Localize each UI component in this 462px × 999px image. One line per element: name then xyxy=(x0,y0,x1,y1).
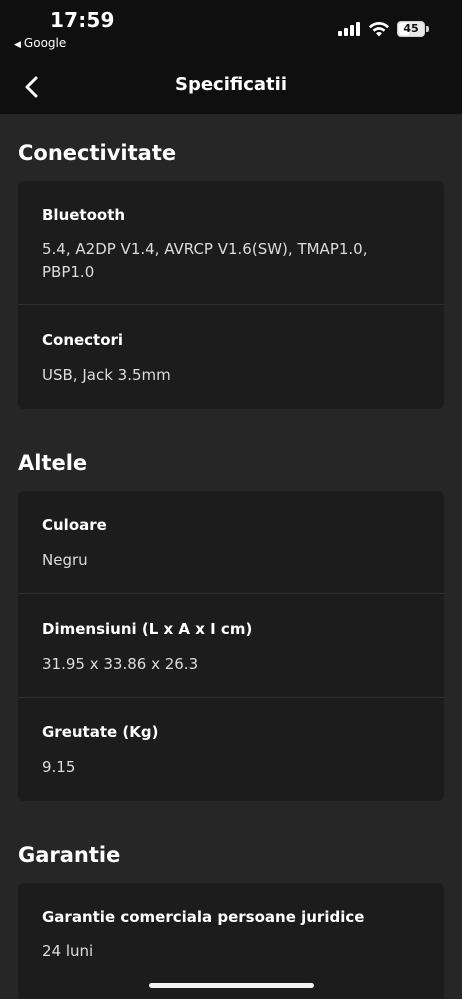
spec-row: Dimensiuni (L x A x I cm) 31.95 x 33.86 … xyxy=(18,594,444,698)
spec-value: 24 luni xyxy=(42,942,94,960)
section-title-altele: Altele xyxy=(18,451,88,475)
spec-value: 5.4, A2DP V1.4, AVRCP V1.6(SW), TMAP1.0,… xyxy=(42,240,368,281)
section-title-conectivitate: Conectivitate xyxy=(18,141,177,165)
spec-row: Culoare Negru xyxy=(18,491,444,594)
spec-card-conectivitate: Bluetooth 5.4, A2DP V1.4, AVRCP V1.6(SW)… xyxy=(18,181,444,409)
back-to-app-link[interactable]: ◀ Google xyxy=(14,36,66,50)
spec-row: Greutate (Kg) 9.15 xyxy=(18,698,444,801)
wifi-icon xyxy=(369,21,389,37)
page-title: Specificatii xyxy=(175,74,287,95)
spec-value: USB, Jack 3.5mm xyxy=(42,366,171,384)
top-bar: 17:59 ◀ Google 45 Specificatii xyxy=(0,0,462,114)
battery-indicator: 45 xyxy=(397,21,425,37)
spec-label: Bluetooth xyxy=(42,206,126,224)
battery-percent: 45 xyxy=(403,22,419,35)
spec-label: Culoare xyxy=(42,516,107,534)
spec-row: Bluetooth 5.4, A2DP V1.4, AVRCP V1.6(SW)… xyxy=(18,181,444,305)
spec-value: 31.95 x 33.86 x 26.3 xyxy=(42,655,199,673)
spec-row: Conectori USB, Jack 3.5mm xyxy=(18,305,444,409)
screen: 17:59 ◀ Google 45 Specificatii Conectivi… xyxy=(0,0,462,999)
spec-card-altele: Culoare Negru Dimensiuni (L x A x I cm) … xyxy=(18,491,444,801)
battery-cap xyxy=(426,26,429,32)
spec-label: Garantie comerciala persoane juridice xyxy=(42,908,365,926)
home-indicator[interactable] xyxy=(149,983,314,988)
back-app-label: Google xyxy=(23,36,67,50)
spec-label: Conectori xyxy=(42,331,124,349)
spec-label: Dimensiuni (L x A x I cm) xyxy=(42,620,253,638)
spec-row: Garantie comerciala persoane juridice 24… xyxy=(18,883,444,987)
cellular-signal-icon xyxy=(338,22,360,36)
section-title-garantie: Garantie xyxy=(18,843,121,867)
spec-label: Greutate (Kg) xyxy=(42,723,159,741)
spec-value: 9.15 xyxy=(42,758,76,776)
back-triangle-icon: ◀ xyxy=(14,40,21,50)
spec-card-garantie: Garantie comerciala persoane juridice 24… xyxy=(18,883,444,999)
status-time: 17:59 xyxy=(50,8,115,32)
spec-value: Negru xyxy=(42,551,88,569)
